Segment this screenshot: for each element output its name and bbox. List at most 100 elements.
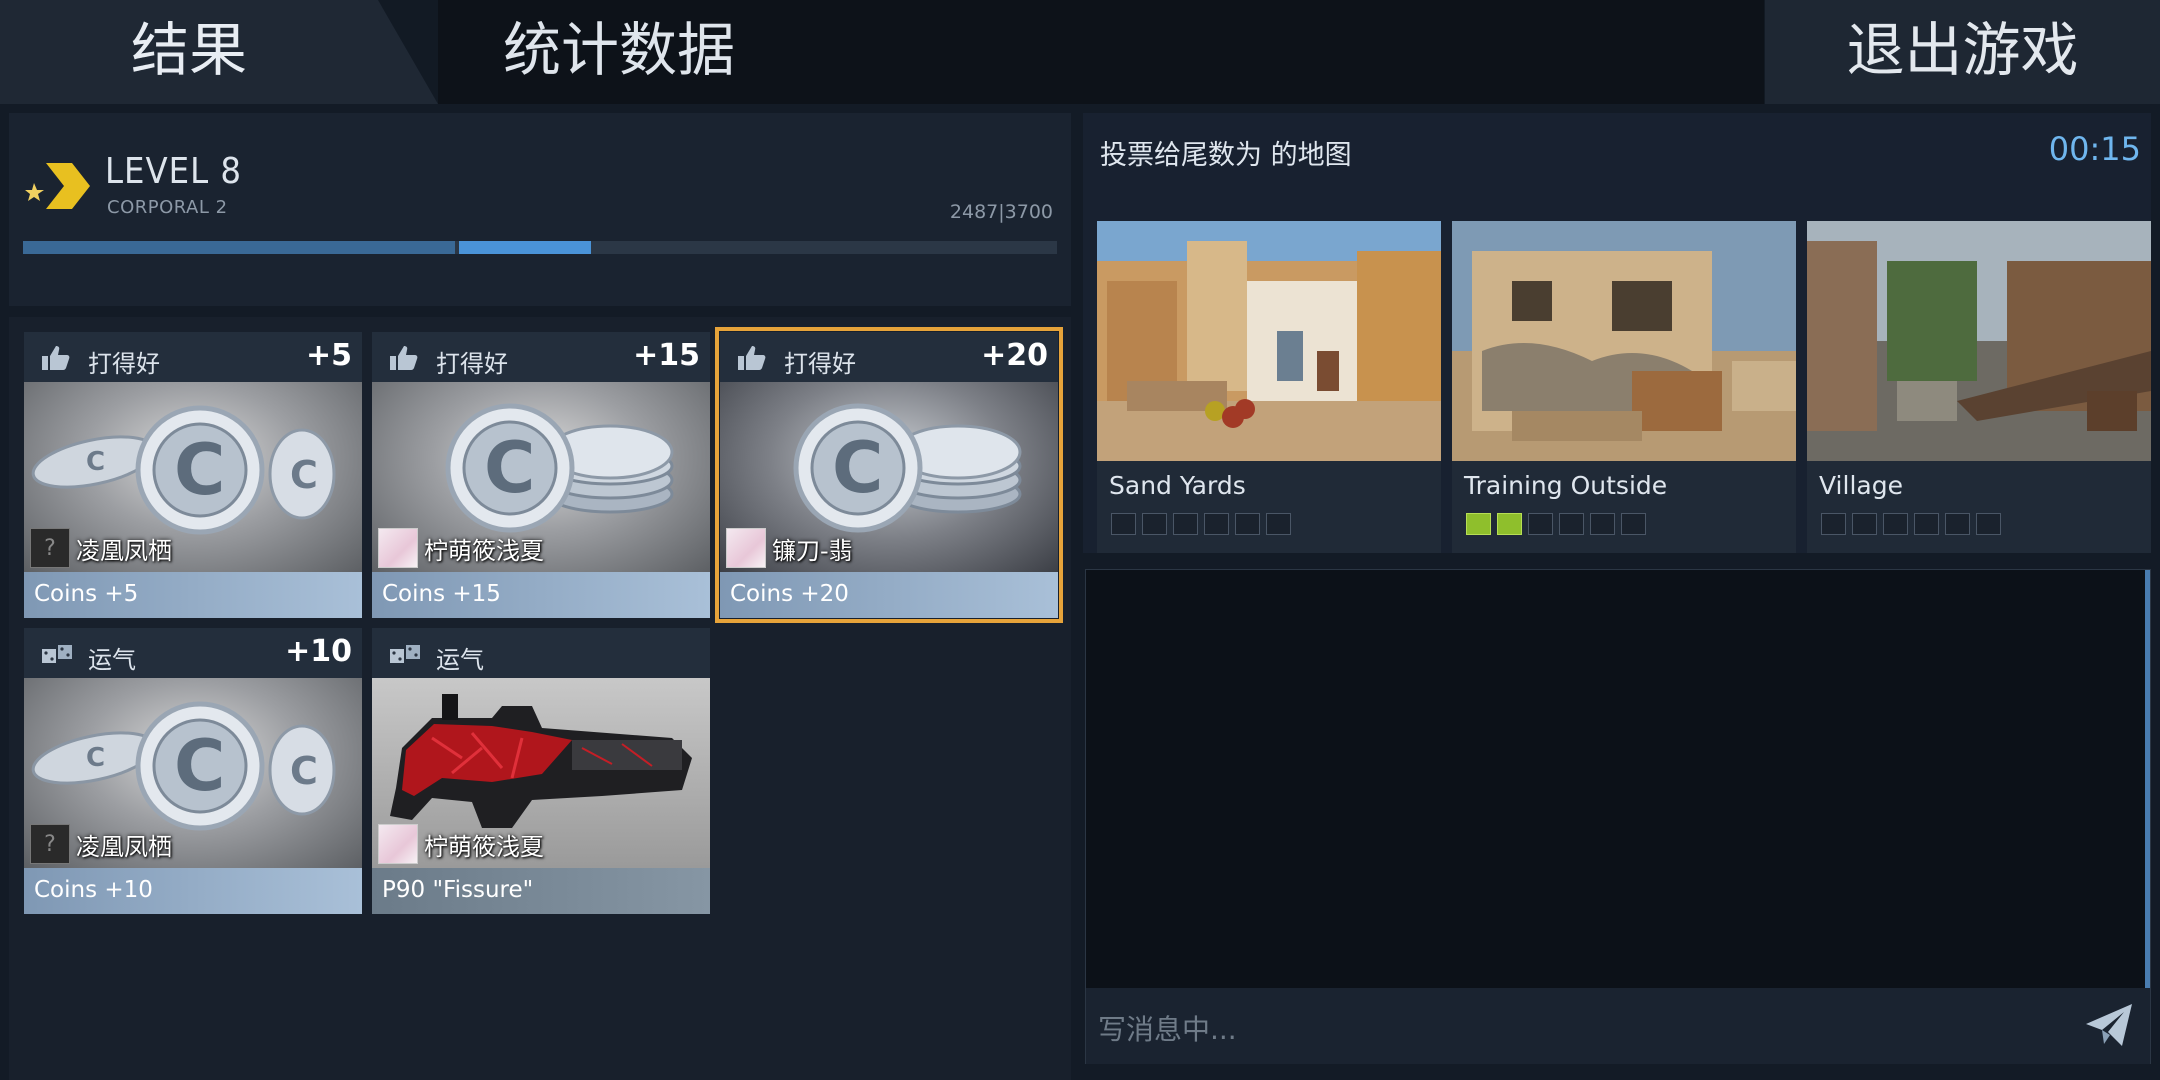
reward-amount: +10 [285,634,352,669]
reward-player: 柠萌筱浅夏 [378,824,544,864]
reward-amount: +15 [633,338,700,373]
vote-slot-empty [1235,513,1260,535]
svg-text:C: C [290,453,318,497]
svg-text:C: C [290,749,318,793]
tab-results[interactable]: 结果 [0,0,438,104]
vote-slot-empty [1621,513,1646,535]
reward-item-bar: Coins +15 [372,572,710,618]
reward-player: 镰刀-翡 [726,528,853,568]
level-progress-panel: LEVEL 8 CORPORAL 2 2487|3700 [9,113,1071,306]
map-thumbnail [1807,221,2151,461]
reward-card[interactable]: 打得好 +15 C 柠萌筱浅夏 Coins +15 [372,332,710,618]
player-name: 柠萌筱浅夏 [424,832,544,861]
chat-input-bar: 写消息中... [1086,988,2150,1064]
reward-card-header: 运气 +10 [24,628,362,678]
map-option-training-outside[interactable]: Training Outside [1452,221,1796,553]
thumbs-up-icon [390,346,418,370]
tab-statistics-label: 统计数据 [503,16,736,84]
reward-category: 打得好 [784,350,856,378]
reward-category: 运气 [88,646,136,674]
reward-player: ? 凌凰凤栖 [30,824,172,864]
vote-indicators [1821,513,2001,535]
vote-slot-empty [1883,513,1908,535]
vote-slot-empty [1852,513,1877,535]
reward-card-header: 运气 [372,628,710,678]
vote-slot-empty [1204,513,1229,535]
map-name: Sand Yards [1109,471,1246,500]
unknown-avatar-icon: ? [30,528,70,568]
svg-text:C: C [484,427,535,509]
reward-item-bar: P90 "Fissure" [372,868,710,914]
reward-card[interactable]: 运气 +10 C C C ? 凌凰凤栖 Coins +10 [24,628,362,914]
reward-card[interactable]: 运气 柠萌筱浅夏 P90 "Fissure" [372,628,710,914]
reward-item-bar: Coins +20 [720,572,1058,618]
player-name: 凌凰凤栖 [76,536,172,565]
vote-slot-empty [1976,513,2001,535]
chat-input[interactable]: 写消息中... [1098,1008,1237,1048]
tab-statistics[interactable]: 统计数据 [438,0,1764,104]
match-results-screen: 结果 统计数据 退出游戏 LEVEL 8 CORPORAL 2 2487|370… [0,0,2160,1080]
reward-player: 柠萌筱浅夏 [378,528,544,568]
corporal-rank-icon [25,163,90,209]
map-name: Training Outside [1464,471,1668,500]
vote-slot-empty [1142,513,1167,535]
map-option-village[interactable]: Village [1807,221,2151,553]
reward-player: ? 凌凰凤栖 [30,528,172,568]
chat-panel: 写消息中... [1085,569,2151,1064]
reward-amount: +20 [981,338,1048,373]
reward-card-header: 打得好 +5 [24,332,362,382]
player-avatar [378,528,418,568]
reward-item-label: P90 "Fissure" [382,877,534,903]
map-vote-title: 投票给尾数为 的地图 [1100,140,1352,171]
vote-slot-empty [1559,513,1584,535]
level-title: LEVEL 8 [105,151,243,192]
xp-counter: 2487|3700 [949,201,1053,223]
vote-slot-filled [1466,513,1491,535]
exit-game-button[interactable]: 退出游戏 [1765,0,2160,104]
player-name: 凌凰凤栖 [76,832,172,861]
svg-text:C: C [174,429,225,511]
vote-slot-empty [1266,513,1291,535]
vote-slot-empty [1528,513,1553,535]
reward-item-label: Coins +20 [730,581,849,607]
svg-text:C: C [86,743,105,773]
map-option-sand-yards[interactable]: Sand Yards [1097,221,1441,553]
xp-progress-fill [23,241,455,254]
reward-card-header: 打得好 +20 [720,332,1058,382]
dice-icon [42,645,72,663]
thumbs-up-icon [738,346,766,370]
reward-card-selected[interactable]: 打得好 +20 C 镰刀-翡 Coins +20 [715,327,1063,623]
xp-gained-fill [459,241,591,254]
vote-slot-empty [1590,513,1615,535]
tab-results-label: 结果 [130,16,247,84]
reward-category: 运气 [436,646,484,674]
reward-category: 打得好 [436,350,508,378]
vote-slot-empty [1945,513,1970,535]
reward-item-label: Coins +10 [34,877,153,903]
vote-slot-filled [1497,513,1522,535]
reward-card[interactable]: 打得好 +5 C C C ? 凌凰凤栖 Coins +5 [24,332,362,618]
player-avatar [378,824,418,864]
rank-name: CORPORAL 2 [107,197,228,218]
reward-amount: +5 [305,338,352,373]
chat-scrollbar[interactable] [2145,570,2150,988]
unknown-avatar-icon: ? [30,824,70,864]
thumbs-up-icon [42,346,70,370]
vote-slot-empty [1111,513,1136,535]
map-name: Village [1819,471,1903,500]
vote-timer: 00:15 [2048,130,2141,168]
exit-game-label: 退出游戏 [1846,16,2079,84]
player-avatar [726,528,766,568]
reward-item-label: Coins +15 [382,581,501,607]
map-thumbnail [1097,221,1441,461]
vote-slot-empty [1821,513,1846,535]
top-bar: 结果 统计数据 退出游戏 [0,0,2160,104]
send-icon[interactable] [2084,1002,2134,1048]
reward-item-label: Coins +5 [34,581,139,607]
vote-slot-empty [1914,513,1939,535]
map-vote-panel: 投票给尾数为 的地图 00:15 Sand Yards Training Out… [1083,113,2151,553]
player-name: 柠萌筱浅夏 [424,536,544,565]
vote-slot-empty [1173,513,1198,535]
map-thumbnail [1452,221,1796,461]
vote-indicators [1111,513,1291,535]
